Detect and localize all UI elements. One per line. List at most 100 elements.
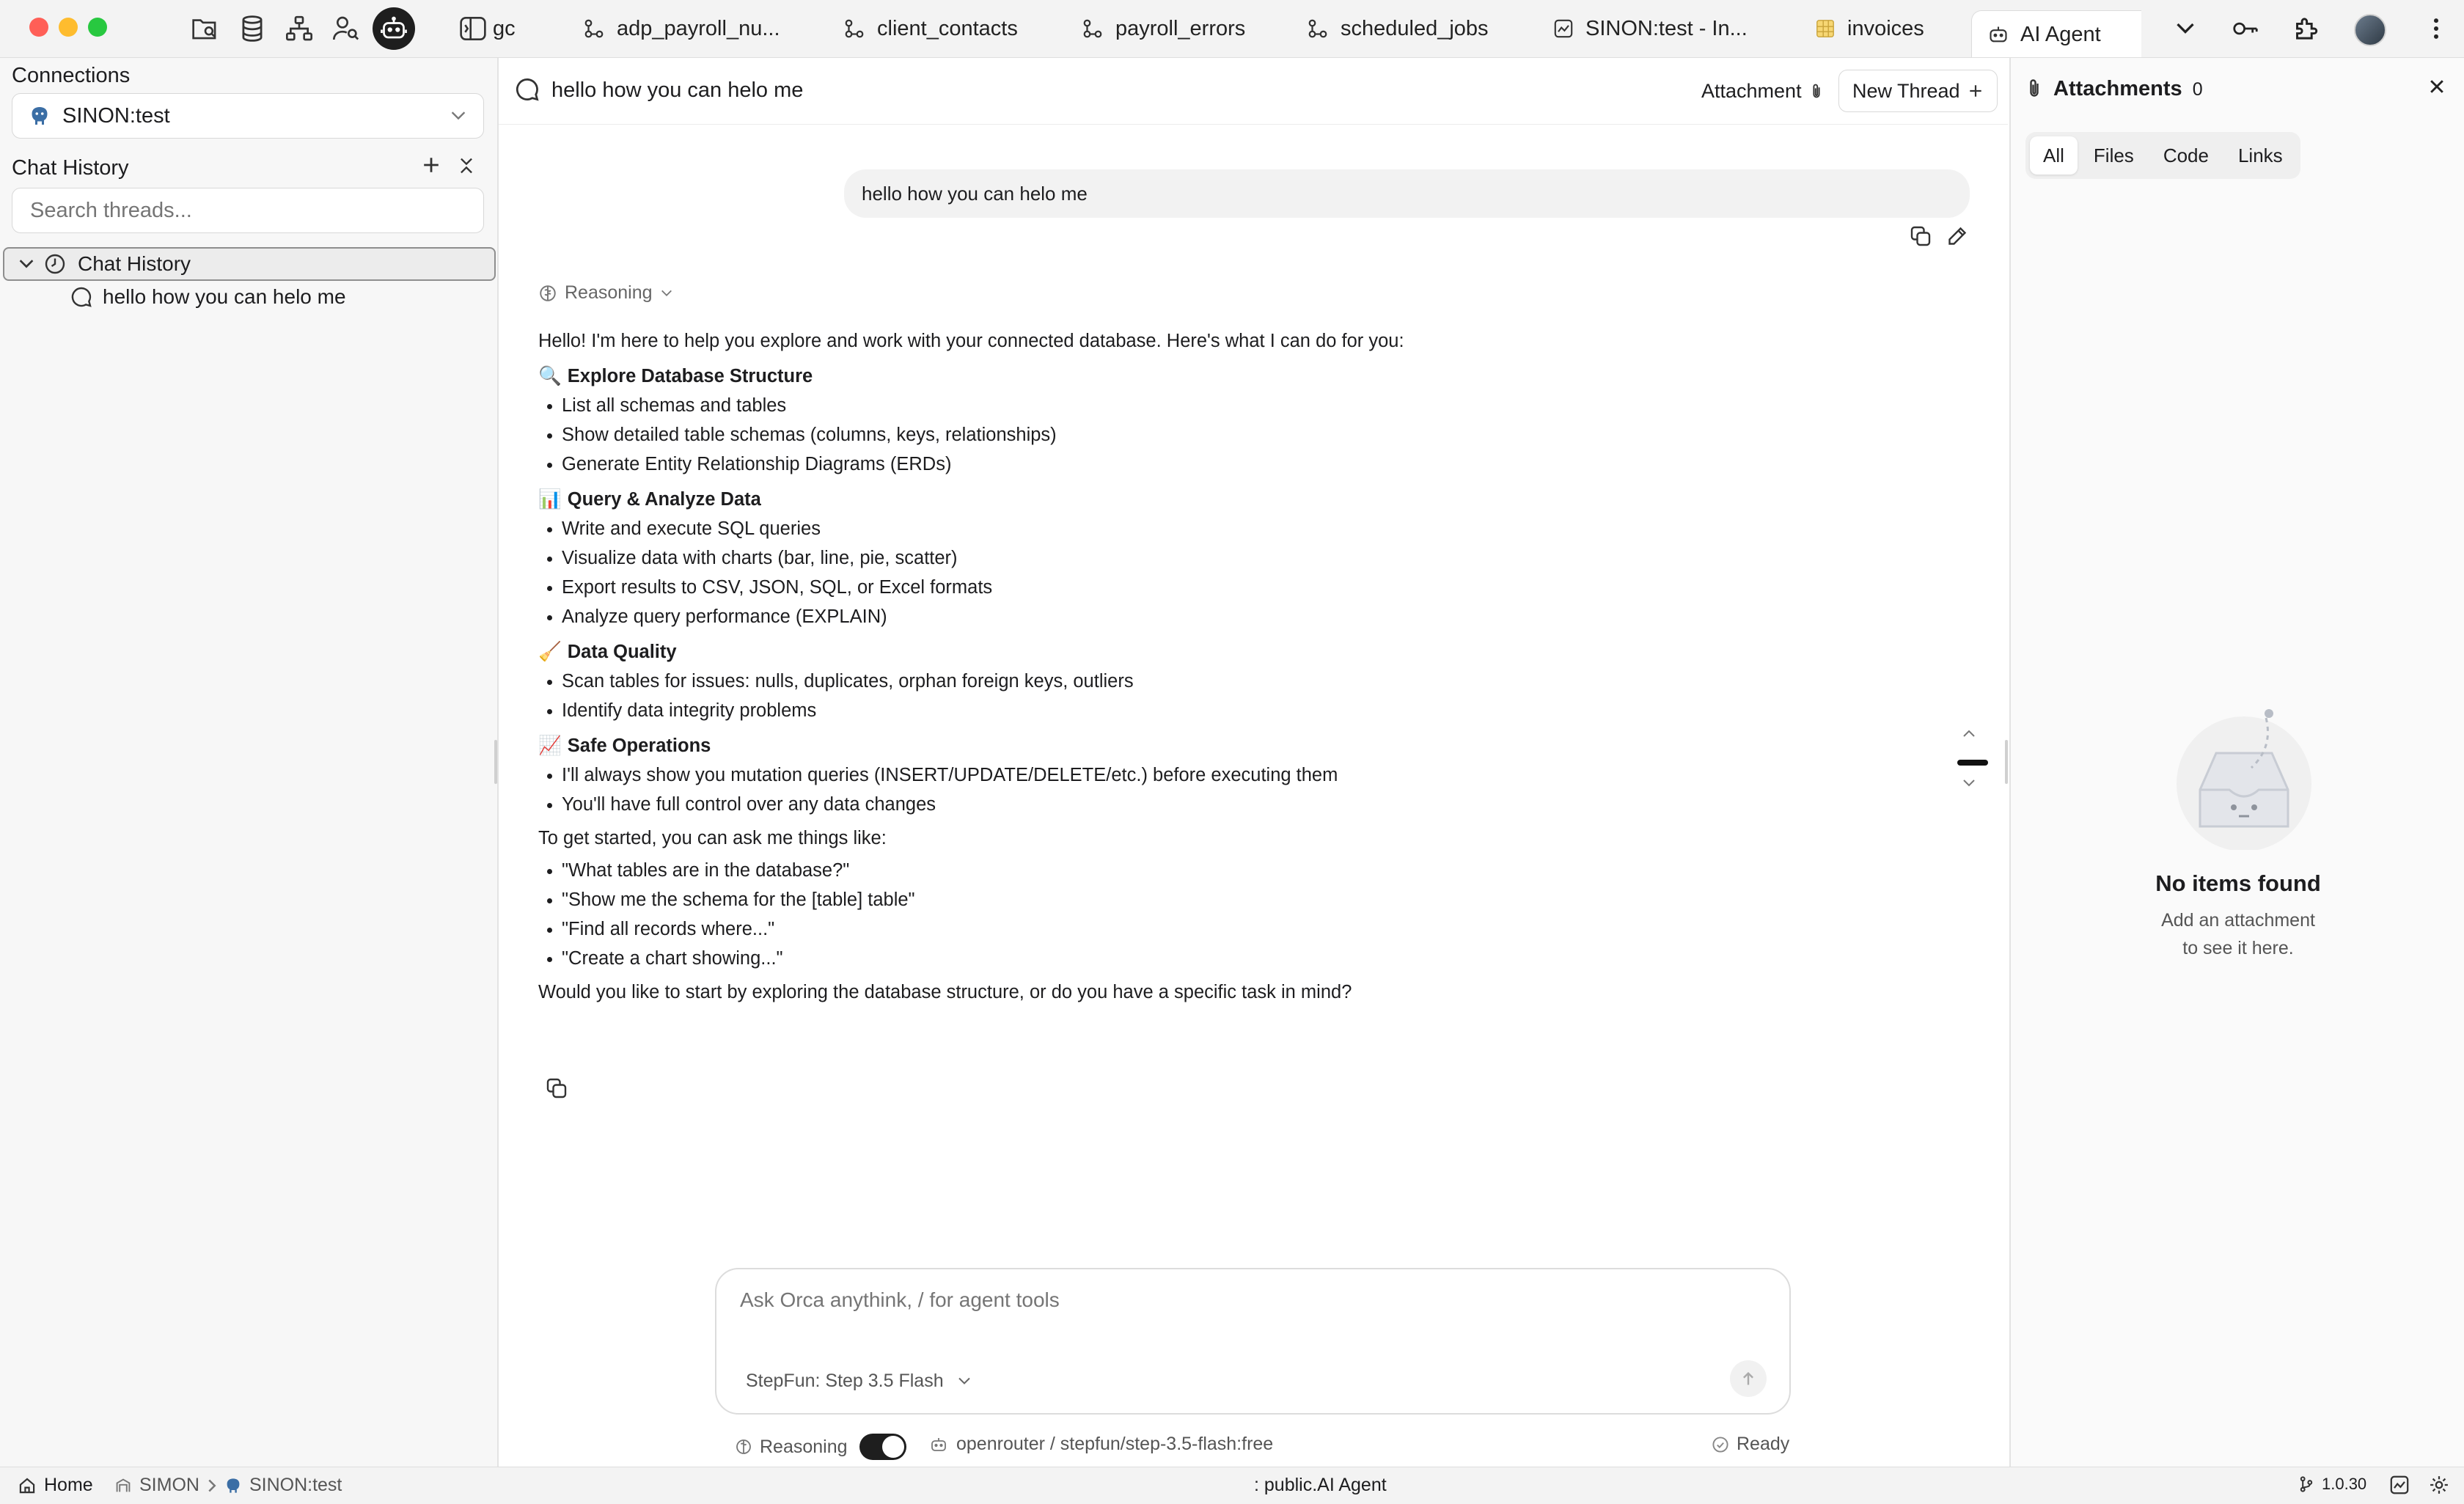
chevron-down-icon[interactable] [2165,12,2206,45]
git-branch-icon [2298,1475,2314,1493]
tree-group-label: Chat History [78,252,191,275]
title-bar: gc adp_payroll_nu... client_contacts pay… [0,0,2464,58]
search-threads-input[interactable] [12,188,484,233]
message-input[interactable] [738,1287,1753,1334]
tab-label: gc [493,16,516,40]
tab-adp-payroll[interactable]: adp_payroll_nu... [583,0,780,57]
breadcrumb-connection[interactable]: SINON:test [249,1475,342,1496]
empty-line-2: to see it here. [2182,938,2294,958]
attachment-button[interactable]: Attachment [1688,70,1837,112]
database-icon[interactable] [232,12,272,45]
brain-icon [735,1438,752,1456]
chat-icon [70,286,92,308]
thread-item[interactable]: hello how you can helo me [70,282,346,312]
broom-emoji-icon: 🧹 [538,642,562,662]
tab-label: scheduled_jobs [1341,16,1489,40]
tab-client-contacts[interactable]: client_contacts [843,0,1018,57]
bot-icon[interactable] [373,7,415,50]
edit-icon[interactable] [1946,225,1968,247]
user-search-icon[interactable] [326,12,366,45]
list-item: "Find all records where..." [547,914,1932,944]
chart-icon [1553,18,1574,39]
scroll-down-icon[interactable] [1962,778,1976,788]
tab-label: payroll_errors [1115,16,1246,40]
connection-select[interactable]: SINON:test [12,93,484,139]
list-item: Write and execute SQL queries [547,514,1932,543]
close-icon[interactable] [2427,77,2446,96]
more-vertical-icon[interactable] [2416,12,2457,45]
scroll-position-indicator[interactable] [1957,760,1988,766]
magnifier-emoji-icon: 🔍 [538,366,562,386]
tree-group-chat-history[interactable]: Chat History [3,247,496,281]
reasoning-switch[interactable] [859,1434,906,1460]
list-item: Analyze query performance (EXPLAIN) [547,602,1932,631]
breadcrumb-server[interactable]: SIMON [139,1475,199,1496]
examples-list: "What tables are in the database?" "Show… [538,856,1932,973]
ready-status: Ready [1712,1434,1789,1455]
empty-inbox-illustration [2171,703,2317,850]
schema-icon[interactable] [279,12,319,45]
section-heading: 🔍 Explore Database Structure [538,362,1932,391]
sidebar: Connections SINON:test Chat History Chat… [0,58,499,1467]
chat-history-label: Chat History [12,156,129,180]
version-label: 1.0.30 [2322,1475,2367,1493]
tab-scheduled-jobs[interactable]: scheduled_jobs [1307,0,1489,57]
tab-ai-agent[interactable]: AI Agent [1971,10,2141,57]
collapse-icon[interactable] [458,156,475,175]
model-select[interactable]: StepFun: Step 3.5 Flash [746,1371,972,1392]
tab-label: invoices [1847,16,1924,40]
ready-label: Ready [1737,1434,1790,1454]
gear-icon[interactable] [2429,1475,2449,1495]
folder-open-icon[interactable] [186,12,225,45]
tab-invoices[interactable]: invoices [1815,0,1924,57]
model-path-group: openrouter / stepfun/step-3.5-flash:free [930,1434,1273,1455]
bar-chart-emoji-icon: 📊 [538,489,562,510]
assistant-message: Hello! I'm here to help you explore and … [538,326,1932,1007]
close-window-button[interactable] [29,18,48,37]
reasoning-toggle[interactable]: Reasoning [538,282,673,304]
new-thread-button[interactable]: New Thread [1838,70,1998,112]
connection-value: SINON:test [62,103,170,128]
minimize-window-button[interactable] [59,18,78,37]
plus-icon[interactable] [421,155,441,175]
panel-resize-handle[interactable] [2005,740,2008,784]
list-item: Visualize data with charts (bar, line, p… [547,543,1932,573]
key-icon[interactable] [2225,12,2266,45]
section-heading: 📊 Query & Analyze Data [538,485,1932,514]
reasoning-switch-label: Reasoning [760,1436,848,1457]
connections-label: Connections [12,64,131,87]
filter-links[interactable]: Links [2225,136,2296,175]
zoom-window-button[interactable] [88,18,107,37]
user-message-text: hello how you can helo me [862,182,1088,205]
er-diagram-icon [843,18,865,40]
copy-icon[interactable] [1910,225,1932,247]
er-diagram-icon [1082,18,1104,40]
list-item: You'll have full control over any data c… [547,790,1932,819]
composer-status-row: Reasoning openrouter / stepfun/step-3.5-… [735,1428,1791,1463]
version-info[interactable]: 1.0.30 [2298,1475,2366,1494]
extension-icon[interactable] [2285,12,2326,45]
tab-gc[interactable]: gc [493,0,516,57]
filter-all[interactable]: All [2030,136,2078,175]
model-label: StepFun: Step 3.5 Flash [746,1371,944,1391]
status-bar: Home SIMON SINON:test : public.AI Agent … [0,1467,2464,1504]
tab-sinon-test[interactable]: SINON:test - In... [1553,0,1748,57]
list-item: "Create a chart showing..." [547,944,1932,973]
avatar[interactable] [2354,14,2386,46]
activity-icon[interactable] [2389,1475,2410,1495]
tab-payroll-errors[interactable]: payroll_errors [1082,0,1245,57]
send-button[interactable] [1730,1360,1767,1397]
postgres-icon [29,105,51,127]
brain-icon [538,284,557,303]
home-link[interactable]: Home [18,1475,93,1496]
thread-label: hello how you can helo me [103,285,346,308]
filter-files[interactable]: Files [2080,136,2147,175]
trend-chart-emoji-icon: 📈 [538,736,562,756]
copy-icon[interactable] [546,1077,568,1099]
bot-icon [930,1436,947,1453]
tab-label: AI Agent [2020,22,2101,46]
attachments-count: 0 [2192,79,2203,100]
scroll-up-icon[interactable] [1962,728,1976,738]
sidebar-resize-handle[interactable] [494,740,497,784]
filter-code[interactable]: Code [2150,136,2222,175]
